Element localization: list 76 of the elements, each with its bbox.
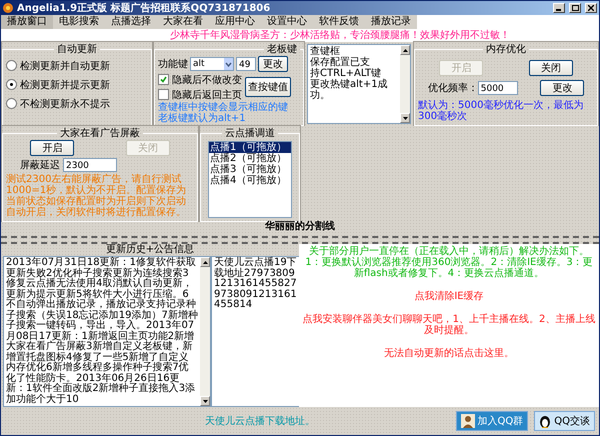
- section-title: 更新历史+公告信息: [104, 244, 196, 256]
- channel-item[interactable]: 点播1（可拖放）: [209, 142, 291, 153]
- key-label: 功能键: [158, 58, 188, 71]
- query-key-button[interactable]: 查按键值: [245, 77, 291, 97]
- change-button[interactable]: 更改: [258, 56, 288, 72]
- log-line: 持CTRL+ALT键: [310, 68, 382, 79]
- log-line: 查键框: [310, 46, 340, 57]
- menu-tab[interactable]: 播放记录: [365, 15, 417, 29]
- menu-tab[interactable]: 应用中心: [209, 15, 261, 29]
- group-title: 老板键: [266, 42, 298, 56]
- divider-label: 华丽丽的分割线: [265, 222, 335, 232]
- group-title: 内存优化: [485, 42, 527, 56]
- maximize-button[interactable]: [569, 3, 581, 13]
- app-logo-icon: [3, 3, 13, 13]
- up-arrow-icon: [402, 48, 408, 52]
- info-box[interactable]: 天使儿云点播19下载地址2797380912131614558279738091213161455814: [211, 256, 301, 407]
- radio-button[interactable]: [6, 60, 17, 71]
- key-code-field[interactable]: 49: [236, 57, 256, 71]
- down-arrow-icon: [402, 116, 408, 120]
- checkbox[interactable]: [158, 89, 169, 100]
- key-dropdown[interactable]: alt: [190, 57, 234, 71]
- minimize-button[interactable]: [553, 3, 565, 13]
- qq-button[interactable]: 加入QQ群: [456, 411, 528, 431]
- radio-option[interactable]: 检测更新并提示更新: [6, 75, 148, 94]
- hint-text: 默认为：5000毫秒优化一次，最低为300毫秒次: [418, 100, 584, 122]
- checkbox-option[interactable]: 隐藏后返回主页: [158, 87, 242, 102]
- radio-button[interactable]: [6, 79, 17, 90]
- hint-text: 测试2300左右能屏蔽广告，请自行测试1000=1秒，默认为不开启。配置保存为当前状态如保存配置时为开启则下次启动自动开启，关闭软件时将进行配置保存。: [6, 174, 188, 218]
- notice-link[interactable]: 点我安装聊伴器美女们聊聊天吧，1、上千主播在线。2、主播上线及时提醒。: [302, 314, 596, 336]
- delay-field[interactable]: 2300: [63, 158, 117, 172]
- frequency-field[interactable]: 5000: [478, 81, 518, 95]
- maximize-icon: [572, 5, 578, 11]
- person-icon: [460, 414, 474, 428]
- menu-tab[interactable]: 大家在看: [157, 15, 209, 29]
- down-arrow-icon: [202, 400, 208, 402]
- checkbox[interactable]: [158, 74, 169, 85]
- scrollbar[interactable]: [400, 45, 410, 123]
- penguin-icon: [539, 414, 552, 428]
- notice-link[interactable]: 点我清除IE缓存: [414, 291, 484, 302]
- close-button[interactable]: [585, 3, 597, 13]
- key-log-box[interactable]: 查键框 保存配置已支 持CTRL+ALT键 更改热键alt+1成功。: [307, 44, 411, 124]
- notice-text: 关于部分用户一直停在（正在载入中，请稍后）解决办法如下。1：更换默认浏览器推荐使用360浏览器。2：清除IE缓存。3：更新flash或者修复下。4：更换云点播通道。: [304, 246, 594, 279]
- log-line: 更改热键alt+1成功。: [310, 79, 389, 101]
- update-log-text: 2013年07月31日18更新：1修复软件获取更新失败2优化种子搜索更新为连续搜索3修复云点播无法使用4取消默认自动更新，更新为提示更新5将软件大小进行压缩。6不自动弹出播放记录，播放记录支持记录种子搜索（失误18忘记添加19添加）7新增种子搜索一键转码，导出，导入。2013年07月08日17更新：1新增返回主页功能2新增大家在看广告屏蔽3新增自定义老板键，新增置托盘图标4修复了一些5新增了自定义内存优化6新增多线程多操作种子搜索7优化了性能防卡。2013年06月26日16更新：1软件全面改版2新增种子直接拖入3添加功能个大于10: [5, 257, 199, 406]
- group-title: 自动更新: [56, 42, 98, 56]
- hint-text: 老板键默认为alt+1: [158, 113, 247, 124]
- up-arrow-icon: [202, 260, 208, 264]
- frequency-label: 优化频率：: [428, 82, 478, 95]
- checkbox-option[interactable]: 隐藏后不做改变: [158, 72, 242, 87]
- checkmark-icon: [160, 76, 167, 83]
- scrollbar[interactable]: [200, 257, 210, 406]
- hint-text: 查键框中按键会显示相应的键: [158, 102, 289, 113]
- radio-option[interactable]: 不检测更新永不提示: [6, 94, 148, 113]
- group-title: 云点播调道: [224, 126, 276, 140]
- radio-button[interactable]: [6, 98, 17, 109]
- change-button[interactable]: 更改: [540, 80, 584, 96]
- close-icon: [588, 5, 594, 11]
- channel-item[interactable]: 点播3（可拖放）: [209, 164, 291, 175]
- delay-label: 屏蔽延迟: [20, 158, 60, 172]
- menu-tab[interactable]: 设置中心: [261, 15, 313, 29]
- menu-tab[interactable]: 播放窗口: [1, 15, 53, 29]
- window-title: Angelia1.9正式版 标题广告招租联系QQ731871806: [17, 1, 272, 15]
- ad-banner[interactable]: 少林寺千年风湿骨病圣方：少林活络贴，专治颈腰腿痛！效果好外用不过敏！: [1, 29, 599, 42]
- qq-button[interactable]: QQ交谈: [534, 411, 595, 431]
- button[interactable]: 关闭: [528, 60, 573, 76]
- channel-item[interactable]: 点播4（可拖放）: [209, 175, 291, 186]
- channel-item[interactable]: 点播2（可拖放）: [209, 153, 291, 164]
- menu-tab[interactable]: 点播选择: [105, 15, 157, 29]
- radio-option[interactable]: 检测更新并自动更新: [6, 56, 148, 75]
- button[interactable]: 开启: [30, 140, 74, 156]
- menu-tab[interactable]: 软件反馈: [313, 15, 365, 29]
- log-line: 保存配置已支: [310, 57, 370, 68]
- menu-tab[interactable]: 电影搜索: [53, 15, 105, 29]
- notice-link[interactable]: 无法自动更新的话点击这里。: [384, 348, 514, 359]
- caret-icon: [224, 58, 233, 70]
- group-title: 大家在看广告屏蔽: [59, 126, 141, 140]
